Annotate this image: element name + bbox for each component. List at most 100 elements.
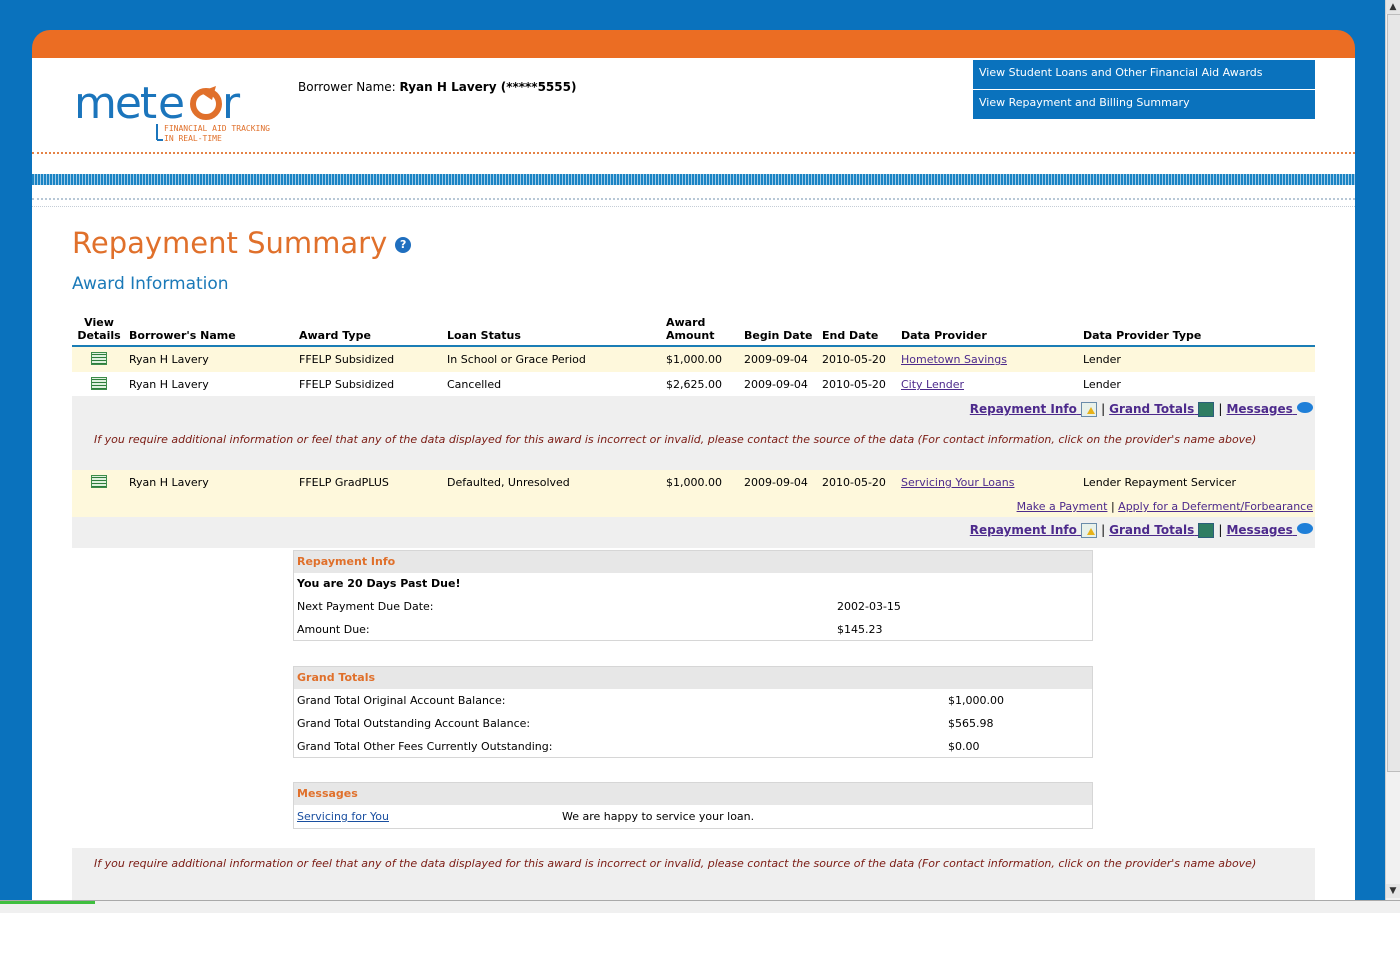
provider-link[interactable]: City Lender: [901, 378, 964, 391]
grand-totals-label: Grand Totals: [1109, 523, 1195, 537]
page-title: Repayment Summary?: [72, 226, 412, 260]
past-due-alert: You are 20 Days Past Due!: [297, 577, 461, 590]
award-amount-cell: $1,000.00: [663, 470, 741, 495]
view-details-icon[interactable]: [91, 351, 107, 365]
repayment-info-panel: Repayment Info You are 20 Days Past Due!…: [293, 550, 1093, 641]
repayment-info-link[interactable]: Repayment Info: [969, 402, 1098, 417]
end-date-cell: 2010-05-20: [819, 346, 898, 372]
loan-status-cell: Cancelled: [447, 378, 502, 391]
next-due-row: Next Payment Due Date: 2002-03-15: [294, 595, 1092, 618]
scroll-down-arrow-icon[interactable]: ▼: [1386, 884, 1400, 898]
message-text: We are happy to service your loan.: [562, 810, 755, 823]
loan-status-cell: Defaulted, Unresolved: [444, 470, 663, 495]
calculator-icon: [1198, 402, 1215, 417]
nav-view-student-loans[interactable]: View Student Loans and Other Financial A…: [973, 60, 1315, 90]
data-notice: If you require additional information or…: [94, 433, 1257, 446]
nav-view-repayment-summary[interactable]: View Repayment and Billing Summary: [973, 90, 1315, 120]
panel-title: Repayment Info: [294, 551, 1092, 573]
header-data-provider-type: Data Provider Type: [1080, 310, 1315, 347]
header-view: View: [84, 316, 114, 329]
repayment-info-label: Repayment Info: [969, 402, 1077, 416]
svg-text:r: r: [222, 78, 241, 129]
amount-due-label: Amount Due:: [297, 623, 370, 636]
total-row: Grand Total Original Account Balance: $1…: [294, 689, 1092, 712]
total-label: Grand Total Original Account Balance:: [297, 694, 506, 707]
grand-totals-link[interactable]: Grand Totals: [1109, 523, 1215, 538]
award-footer-2: Repayment Info | Grand Totals | Messages: [72, 517, 1315, 548]
scroll-up-arrow-icon[interactable]: ▲: [1386, 0, 1400, 14]
page-content: met e r FINANCIAL AID TRACKING IN REAL-T…: [32, 58, 1355, 900]
borrower-name-cell: Ryan H Lavery: [129, 378, 209, 391]
header-details: Details: [77, 329, 121, 342]
apply-deferment-link[interactable]: Apply for a Deferment/Forbearance: [1118, 500, 1313, 513]
svg-text:e: e: [158, 78, 185, 129]
data-provider-cell: City Lender: [898, 372, 1080, 397]
provider-link[interactable]: Servicing Your Loans: [901, 476, 1014, 489]
total-label: Grand Total Outstanding Account Balance:: [297, 717, 531, 730]
repayment-warning-icon: [1081, 523, 1098, 538]
repayment-info-link[interactable]: Repayment Info: [969, 523, 1098, 538]
vertical-scrollbar[interactable]: ▲ ▼: [1385, 0, 1400, 900]
view-details-cell: [72, 372, 126, 397]
header-loan-status: Loan Status: [444, 310, 663, 347]
total-label: Grand Total Other Fees Currently Outstan…: [297, 740, 553, 753]
view-details-icon[interactable]: [91, 376, 107, 390]
speech-bubble-icon: [1297, 523, 1313, 534]
loan-status-cell: In School or Grace Period: [444, 346, 663, 372]
award-type-cell: FFELP GradPLUS: [296, 470, 444, 495]
borrower-label: Borrower Name:: [298, 80, 396, 94]
award-table: View Details Borrower's Name Award Type …: [72, 310, 1315, 397]
borrower-name-cell: Ryan H Lavery: [126, 346, 296, 372]
divider-orange-dotted: [32, 152, 1355, 154]
data-provider-cell: Servicing Your Loans: [898, 470, 1080, 495]
make-payment-link[interactable]: Make a Payment: [1017, 500, 1108, 513]
view-details-cell: [72, 470, 126, 495]
header-award-amount: Award Amount: [663, 310, 741, 347]
grand-totals-link[interactable]: Grand Totals: [1109, 402, 1215, 417]
award-link-bar: Repayment Info | Grand Totals | Messages: [970, 402, 1313, 417]
total-value: $565.98: [948, 717, 994, 730]
header-orange-bar: [32, 30, 1355, 60]
award-table-header: View Details Borrower's Name Award Type …: [72, 310, 1315, 347]
borrower-name-cell: Ryan H Lavery: [126, 470, 296, 495]
calculator-icon: [1198, 523, 1215, 538]
provider-link[interactable]: Hometown Savings: [901, 353, 1007, 366]
award-link-bar: Repayment Info | Grand Totals | Messages: [970, 523, 1313, 538]
divider-dotted-thin: [32, 206, 1355, 207]
total-value: $0.00: [948, 740, 980, 753]
separator: |: [1218, 402, 1223, 416]
repayment-info-label: Repayment Info: [969, 523, 1077, 537]
section-title: Award Information: [72, 274, 229, 294]
header-award-type: Award Type: [296, 310, 444, 347]
header-borrower-name: Borrower's Name: [126, 310, 296, 347]
next-due-label: Next Payment Due Date:: [297, 600, 434, 613]
view-details-icon[interactable]: [91, 474, 107, 488]
messages-label: Messages: [1226, 402, 1293, 416]
message-sender-link[interactable]: Servicing for You: [297, 810, 389, 823]
provider-type-cell: Lender: [1083, 378, 1121, 391]
messages-link[interactable]: Messages: [1226, 523, 1313, 537]
message-row: Servicing for You We are happy to servic…: [294, 805, 1092, 828]
panel-title: Messages: [294, 783, 1092, 805]
view-details-cell: [72, 346, 126, 372]
grand-totals-label: Grand Totals: [1109, 402, 1195, 416]
status-bar: [0, 900, 1400, 913]
help-icon[interactable]: ?: [395, 237, 412, 253]
logo-tagline-2: IN REAL-TIME: [164, 134, 222, 143]
award-type-cell: FFELP Subsidized: [296, 346, 444, 372]
data-notice: If you require additional information or…: [94, 857, 1257, 870]
header-begin-date: Begin Date: [741, 310, 819, 347]
messages-link[interactable]: Messages: [1226, 402, 1313, 416]
header-data-provider: Data Provider: [898, 310, 1080, 347]
provider-type-cell: Lender Repayment Servicer: [1080, 470, 1315, 495]
data-provider-cell: Hometown Savings: [898, 346, 1080, 372]
header-amount: Amount: [666, 329, 715, 342]
svg-text:met: met: [74, 78, 157, 129]
separator: |: [1218, 523, 1223, 537]
award-amount-cell: $2,625.00: [666, 378, 722, 391]
progress-indicator: [0, 901, 95, 904]
scrollbar-thumb[interactable]: [1387, 14, 1400, 772]
decorative-stripe: [32, 174, 1355, 185]
divider-dotted: [32, 198, 1355, 200]
amount-due-value: $145.23: [837, 623, 883, 636]
